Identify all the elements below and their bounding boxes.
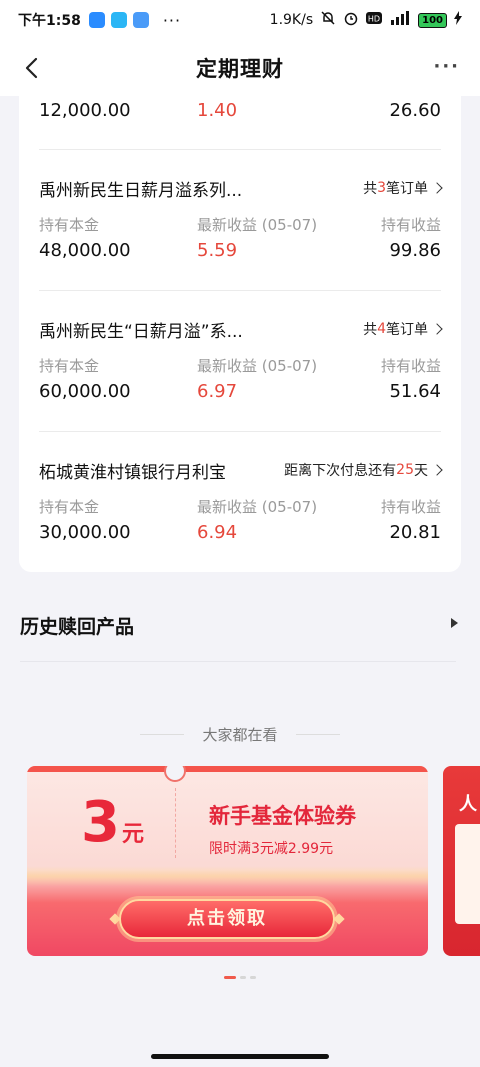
orders-link-suffix: 笔订单	[386, 322, 428, 338]
carousel-dot	[250, 976, 256, 979]
latest-income-value: 1.40	[197, 100, 238, 121]
coupon-title: 新手基金体验券	[209, 804, 356, 828]
next-promo-banner[interactable]: 人	[443, 766, 480, 956]
orders-link-prefix: 共	[363, 322, 378, 338]
principal-label: 持有本金	[39, 216, 100, 234]
coupon-amount-unit: 元	[121, 822, 144, 847]
next-interest-link[interactable]: 距离下次付息还有 25 天	[284, 460, 443, 480]
product-name: 禹州新民生“日薪月溢”系...	[39, 322, 243, 342]
banner-glow	[27, 866, 428, 886]
carousel-indicator	[224, 976, 256, 979]
product-name: 柘城黄淮村镇银行月利宝	[39, 463, 226, 483]
notification-more-icon: ···	[162, 10, 182, 30]
chevron-right-icon	[431, 182, 443, 194]
svg-text:HD: HD	[368, 15, 380, 24]
claim-button[interactable]: 点击领取	[119, 899, 335, 939]
section-header: 大家都在看	[0, 724, 480, 745]
divider	[20, 661, 456, 662]
ticket-dashed-line	[175, 788, 176, 858]
divider	[39, 290, 441, 291]
section-title: 大家都在看	[202, 726, 278, 744]
orders-link[interactable]: 共 3 笔订单	[363, 178, 443, 198]
latest-income-value: 6.97	[197, 381, 238, 402]
network-speed: 1.9K/s	[269, 12, 314, 28]
triangle-right-icon	[451, 618, 458, 628]
held-income-value: 20.81	[389, 522, 441, 543]
ticket-notch	[164, 766, 186, 782]
principal-value: 48,000.00	[39, 240, 131, 261]
orders-count: 3	[377, 180, 386, 196]
pay-app-icon	[132, 12, 149, 28]
home-indicator[interactable]	[151, 1054, 329, 1059]
back-chevron-left-icon[interactable]	[18, 54, 46, 82]
next-banner-card	[455, 824, 480, 924]
status-bar: 下午1:58 ··· 1.9K/s HD 100	[0, 0, 480, 40]
coupon-amount-value: 3	[81, 790, 120, 855]
principal-label: 持有本金	[39, 498, 100, 516]
held-income-value: 51.64	[389, 381, 441, 402]
coupon-subtitle: 限时满3元减2.99元	[209, 841, 334, 857]
divider	[39, 149, 441, 150]
principal-label: 持有本金	[39, 357, 100, 375]
next-banner-title: 人	[459, 794, 477, 815]
next-interest-days: 25	[396, 462, 414, 478]
latest-income-value: 5.59	[197, 240, 238, 261]
history-title: 历史赎回产品	[20, 615, 135, 638]
nav-bar: 定期理财 ···	[0, 40, 480, 96]
carousel-dot	[240, 976, 246, 979]
partial-holding-row[interactable]: 12,000.00 1.40 26.60	[39, 100, 441, 126]
carousel-dot-active	[224, 976, 236, 979]
orders-link-prefix: 共	[363, 181, 378, 197]
held-income-value: 99.86	[389, 240, 441, 261]
cyan-app-icon	[110, 12, 127, 28]
principal-value: 60,000.00	[39, 381, 131, 402]
chevron-right-icon	[431, 323, 443, 335]
history-redeemed-row[interactable]: 历史赎回产品	[20, 610, 460, 640]
alarm-icon	[343, 10, 359, 30]
latest-income-label: 最新收益 (05-07)	[197, 216, 318, 234]
next-interest-prefix: 距离下次付息还有	[284, 463, 397, 479]
holdings-card: 12,000.00 1.40 26.60 禹州新民生日薪月溢系列... 共 3 笔订…	[19, 96, 461, 572]
latest-income-label: 最新收益 (05-07)	[197, 498, 318, 516]
orders-link[interactable]: 共 4 笔订单	[363, 319, 443, 339]
held-income-label: 持有收益	[380, 498, 441, 516]
divider	[296, 734, 340, 735]
next-interest-suffix: 天	[414, 463, 428, 479]
page-title: 定期理财	[196, 57, 284, 81]
orders-link-suffix: 笔订单	[386, 181, 428, 197]
banner-top-strip	[27, 766, 428, 772]
latest-income-label: 最新收益 (05-07)	[197, 357, 318, 375]
diamond-decoration-icon	[333, 913, 345, 925]
orders-count: 4	[377, 321, 386, 337]
product-item[interactable]: 柘城黄淮村镇银行月利宝 距离下次付息还有 25 天 持有本金 最新收益 (05-07…	[39, 458, 443, 548]
held-income-value: 26.60	[389, 100, 441, 121]
status-time: 下午1:58	[18, 13, 81, 29]
divider	[140, 734, 184, 735]
battery-icon: 100	[418, 12, 447, 28]
principal-value: 12,000.00	[39, 100, 131, 121]
held-income-label: 持有收益	[380, 216, 441, 234]
principal-value: 30,000.00	[39, 522, 131, 543]
chevron-right-icon	[431, 464, 443, 476]
coupon-amount: 3元	[81, 790, 144, 855]
product-item[interactable]: 禹州新民生日薪月溢系列... 共 3 笔订单 持有本金 最新收益 (05-07) 持…	[39, 176, 443, 266]
divider	[39, 431, 441, 432]
mute-bell-icon	[320, 10, 336, 30]
product-item[interactable]: 禹州新民生“日薪月溢”系... 共 4 笔订单 持有本金 最新收益 (05-07) …	[39, 317, 443, 407]
charging-icon	[454, 11, 462, 29]
held-income-label: 持有收益	[380, 357, 441, 375]
promo-banner[interactable]: 3元 新手基金体验券 限时满3元减2.99元 点击领取	[27, 766, 428, 956]
latest-income-value: 6.94	[197, 522, 238, 543]
blue-app-icon	[88, 12, 105, 28]
product-name: 禹州新民生日薪月溢系列...	[39, 181, 243, 201]
signal-icon	[389, 11, 411, 29]
hd-icon: HD	[366, 11, 383, 29]
more-menu-icon[interactable]: ···	[433, 56, 460, 77]
